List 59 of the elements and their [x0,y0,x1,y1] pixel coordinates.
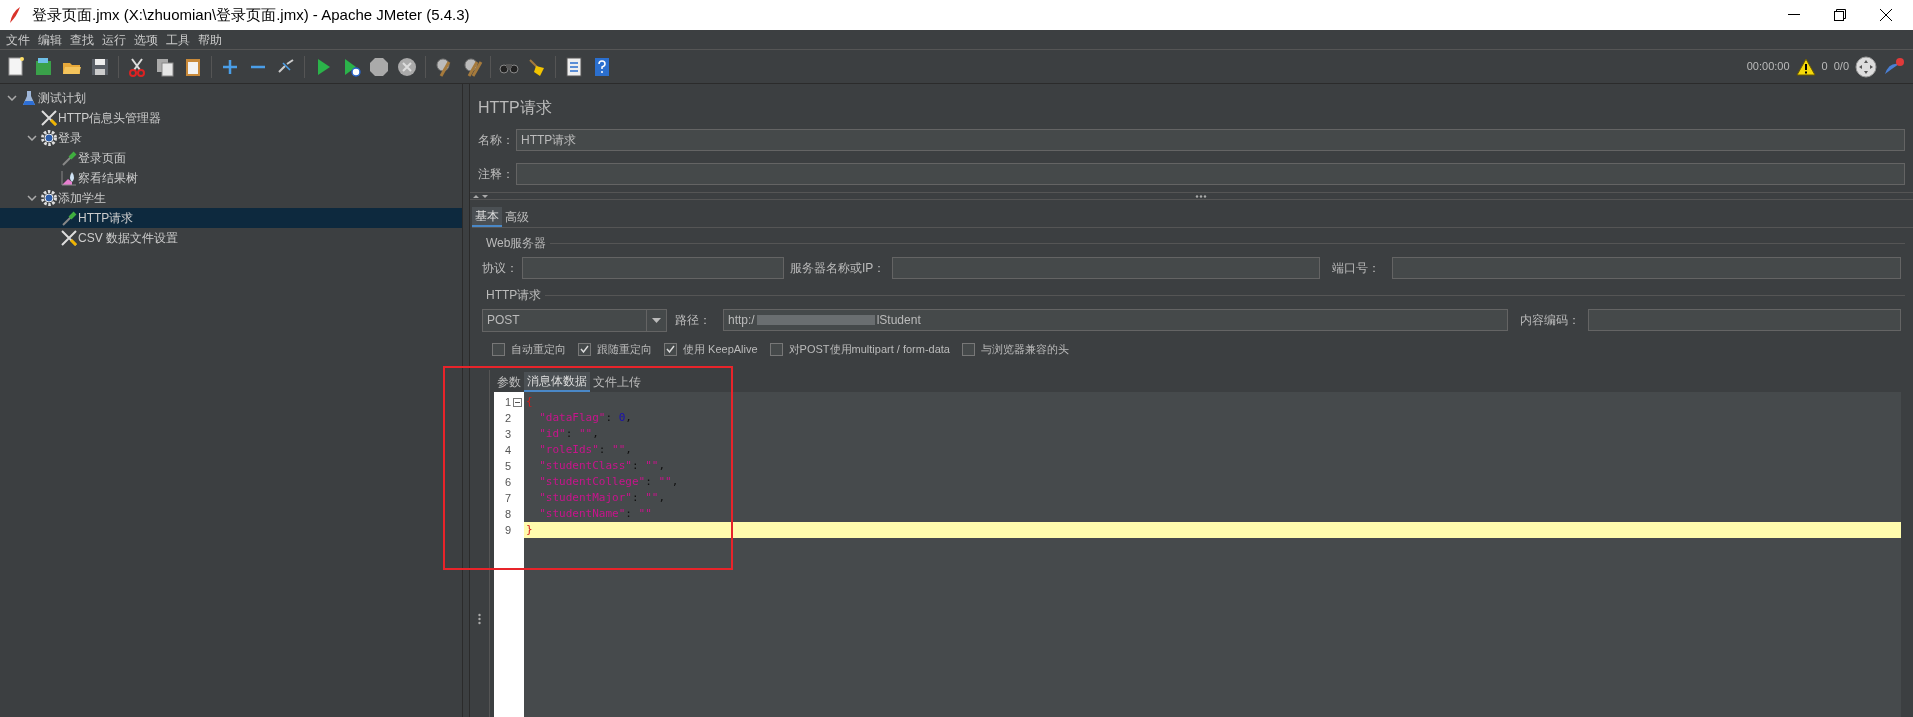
tree-item[interactable]: HTTP信息头管理器 [0,108,462,128]
tree-item[interactable]: 登录 [0,128,462,148]
code-line: "studentName": "" [538,506,653,522]
line-number: 6 [504,474,511,490]
encoding-label: 内容编码： [1520,312,1581,329]
elapsed-time: 00:00:00 [1746,59,1790,75]
code-line: "studentMajor": "", [538,490,667,506]
checkbox-label: 跟随重定向 [597,341,652,357]
menu-item[interactable]: 文件 [2,30,34,49]
name-label: 名称： [478,132,515,149]
menu-item[interactable]: 帮助 [194,30,226,49]
tree-item[interactable]: 登录页面 [0,148,462,168]
menu-item[interactable]: 编辑 [34,30,66,49]
comment-label: 注释： [478,166,515,183]
checkbox-label: 与浏览器兼容的头 [980,341,1069,357]
line-number: 4 [504,442,511,458]
code-line: "studentCollege": "", [538,474,680,490]
line-number: 1 [504,394,511,410]
warning-count: 0 [1821,59,1828,75]
code-line: "studentClass": "", [538,458,667,474]
tab[interactable]: 文件上传 [590,372,644,392]
menu-item[interactable]: 查找 [66,30,98,49]
panel-title: HTTP请求 [478,98,553,118]
path-field[interactable]: http:/ lStudent [723,309,1508,331]
server-label: 服务器名称或IP： [790,260,887,277]
tab[interactable]: 高级 [502,207,532,227]
checkbox-label: 自动重定向 [511,341,566,357]
thread-count: 0/0 [1833,59,1849,75]
tree-item[interactable]: CSV 数据文件设置 [0,228,462,248]
name-field[interactable]: HTTP请求 [516,129,1905,151]
tree-item[interactable]: 察看结果树 [0,168,462,188]
checkbox-label: 对POST使用multipart / form-data [788,341,950,357]
window-title: 登录页面.jmx (X:\zhuomian\登录页面.jmx) - Apache JMeter (5.4.3) [32,4,470,25]
tab[interactable]: 参数 [494,372,524,392]
line-number: 9 [504,522,511,538]
line-number: 3 [504,426,511,442]
path-label: 路径： [675,312,712,329]
section-legend: Web服务器 [486,234,547,252]
tab[interactable]: 消息体数据 [524,372,590,392]
section-legend: HTTP请求 [486,286,542,304]
menu-item[interactable]: 运行 [98,30,130,49]
tree-item[interactable]: 添加学生 [0,188,462,208]
checkbox-label: 使用 KeepAlive [683,341,758,357]
line-number: 7 [504,490,511,506]
tab[interactable]: 基本 [472,207,502,227]
menu-item[interactable]: 选项 [130,30,162,49]
tree-item[interactable]: 测试计划 [0,88,462,108]
menu-item[interactable]: 工具 [162,30,194,49]
code-line: "id": "", [538,426,600,442]
tree-item[interactable]: HTTP请求 [0,208,462,228]
line-number: 2 [504,410,511,426]
line-number: 5 [504,458,511,474]
code-line: { [525,394,534,410]
protocol-label: 协议： [482,260,519,277]
code-line: "roleIds": "", [538,442,633,458]
method-dropdown[interactable]: POST [482,308,667,332]
code-line: "dataFlag": 0, [538,410,633,426]
line-number: 8 [504,506,511,522]
port-label: 端口号： [1332,260,1381,277]
